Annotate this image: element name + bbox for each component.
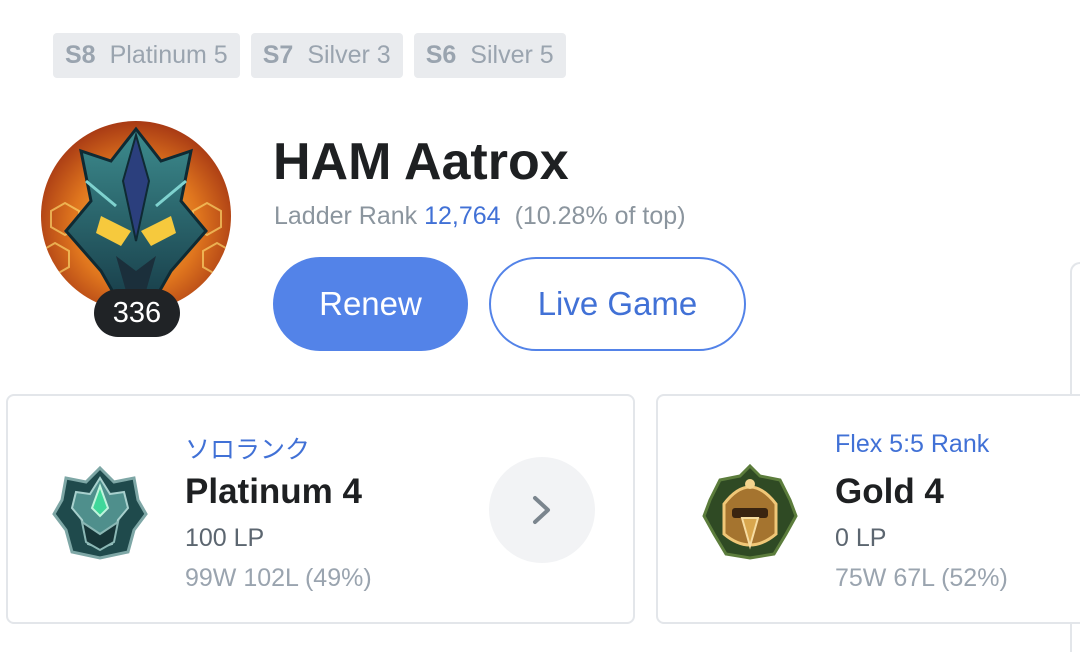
platinum-emblem-icon: [52, 465, 148, 560]
ladder-rank-percent: (10.28% of top): [514, 202, 686, 230]
flex-rank-card[interactable]: Flex 5:5 Rank Gold 4 0 LP 75W 67L (52%): [656, 394, 1080, 624]
tier-name: Platinum 4: [185, 472, 362, 511]
season-badge-s8: S8 Platinum 5: [53, 33, 240, 78]
ladder-rank-number[interactable]: 12,764: [424, 202, 500, 230]
season-label: S6: [425, 41, 457, 69]
summoner-level-badge: 336: [94, 289, 180, 337]
profile-icon-image: [41, 121, 231, 311]
win-loss-record: 75W 67L (52%): [835, 564, 1008, 592]
solo-rank-card[interactable]: ソロランク Platinum 4 100 LP 99W 102L (49%): [6, 394, 635, 624]
season-history: S8 Platinum 5 S7 Silver 3 S6 Silver 5: [53, 33, 566, 78]
ladder-rank-label: Ladder Rank: [274, 202, 418, 230]
season-tier: Silver 5: [470, 41, 554, 69]
ladder-rank-line: Ladder Rank 12,764 (10.28% of top): [274, 202, 686, 231]
tier-name: Gold 4: [835, 472, 944, 511]
rank-detail-button[interactable]: [489, 457, 595, 563]
queue-label: Flex 5:5 Rank: [835, 430, 990, 458]
summoner-name: HAM Aatrox: [273, 133, 569, 191]
queue-label: ソロランク: [185, 436, 311, 464]
season-label: S8: [65, 41, 96, 69]
season-tier: Silver 3: [307, 41, 391, 69]
live-game-button[interactable]: Live Game: [489, 257, 746, 351]
gold-emblem-icon: [702, 464, 798, 560]
season-badge-s7: S7 Silver 3: [250, 33, 403, 78]
league-points: 100 LP: [185, 524, 265, 552]
renew-button[interactable]: Renew: [273, 257, 468, 351]
season-label: S7: [262, 41, 294, 69]
avatar: [41, 121, 231, 311]
season-badge-s6: S6 Silver 5: [413, 33, 566, 78]
profile-avatar-wrap: 336: [41, 121, 231, 337]
win-loss-record: 99W 102L (49%): [185, 564, 372, 592]
season-tier: Platinum 5: [109, 41, 228, 69]
chevron-right-icon: [533, 496, 550, 524]
league-points: 0 LP: [835, 524, 887, 552]
